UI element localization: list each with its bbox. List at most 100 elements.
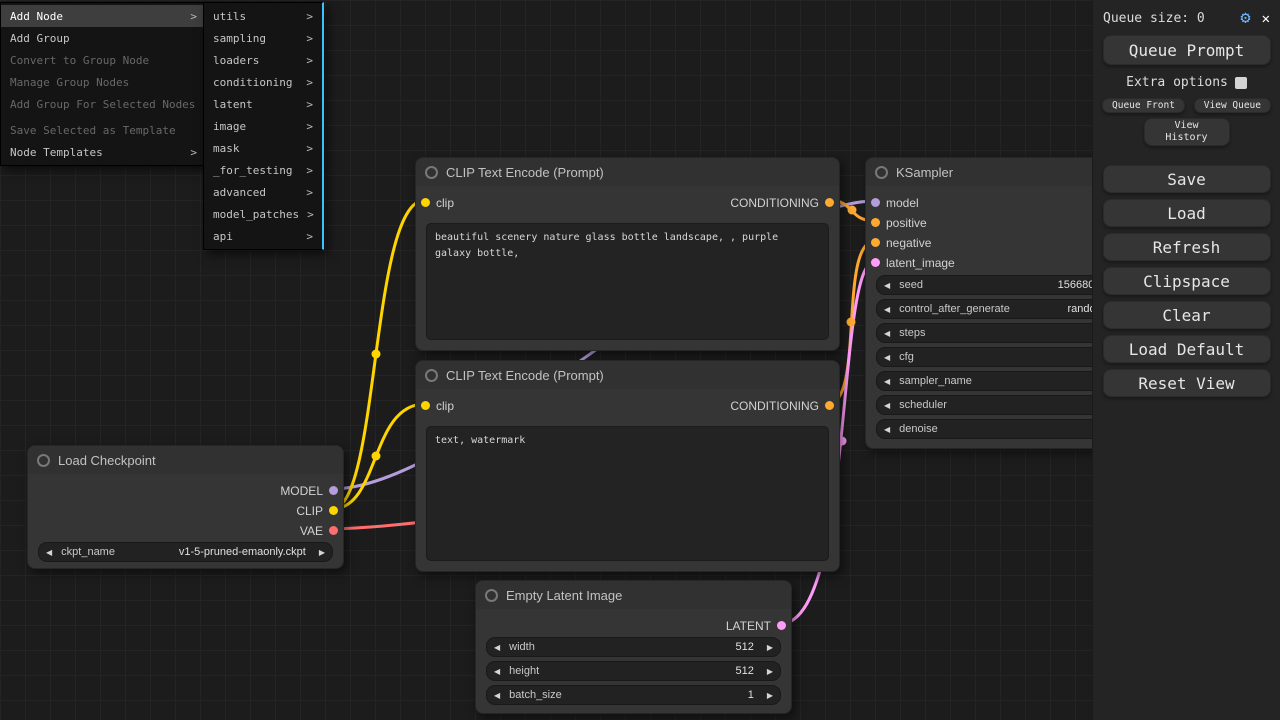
prev-value-icon[interactable]: ◀	[884, 353, 890, 362]
collapse-dot-icon[interactable]	[37, 454, 50, 467]
prev-value-icon[interactable]: ◀	[494, 691, 500, 700]
node-title-bar[interactable]: Load Checkpoint	[28, 446, 343, 474]
conditioning-port-icon[interactable]	[825, 198, 834, 207]
extra-options-label: Extra options	[1126, 75, 1228, 90]
prev-value-icon[interactable]: ◀	[494, 643, 500, 652]
clipspace-button[interactable]: Clipspace	[1103, 267, 1271, 295]
submenu-item-for-testing[interactable]: _for_testing >	[204, 159, 322, 181]
menu-item-add-group-for-selected: Add Group For Selected Nodes	[1, 93, 206, 115]
load-button[interactable]: Load	[1103, 199, 1271, 227]
output-slot-clip[interactable]: CLIP	[296, 502, 338, 519]
menu-item-node-templates[interactable]: Node Templates >	[1, 141, 206, 163]
model-port-icon[interactable]	[871, 198, 880, 207]
node-title-bar[interactable]: CLIP Text Encode (Prompt)	[416, 361, 839, 389]
conditioning-port-icon[interactable]	[825, 401, 834, 410]
extra-options-checkbox[interactable]	[1235, 77, 1247, 89]
submenu-arrow-icon: >	[298, 10, 313, 23]
submenu-item-loaders[interactable]: loaders >	[204, 49, 322, 71]
next-value-icon[interactable]: ▶	[319, 548, 325, 557]
output-slot-latent[interactable]: LATENT	[726, 617, 786, 634]
submenu-item-mask[interactable]: mask >	[204, 137, 322, 159]
model-port-icon[interactable]	[329, 486, 338, 495]
widget-label: ckpt_name	[61, 546, 115, 558]
node-clip-text-encode-1[interactable]: CLIP Text Encode (Prompt) clip CONDITION…	[415, 157, 840, 351]
prev-value-icon[interactable]: ◀	[46, 548, 52, 557]
view-queue-button[interactable]: View Queue	[1194, 98, 1271, 113]
node-clip-text-encode-2[interactable]: CLIP Text Encode (Prompt) clip CONDITION…	[415, 360, 840, 572]
input-slot-clip[interactable]: clip	[421, 397, 454, 414]
input-slot-model[interactable]: model	[871, 194, 919, 211]
next-value-icon[interactable]: ▶	[767, 643, 773, 652]
conditioning-port-icon[interactable]	[871, 218, 880, 227]
conditioning-port-icon[interactable]	[871, 238, 880, 247]
view-history-button[interactable]: View History	[1144, 118, 1230, 146]
input-slot-latent-image[interactable]: latent_image	[871, 254, 955, 271]
input-slot-positive[interactable]: positive	[871, 214, 927, 231]
close-icon[interactable]: ✕	[1262, 12, 1270, 26]
input-slot-negative[interactable]: negative	[871, 234, 931, 251]
menu-item-label: model_patches	[213, 208, 299, 221]
menu-item-convert-to-group-node: Convert to Group Node	[1, 49, 206, 71]
queue-prompt-button[interactable]: Queue Prompt	[1103, 35, 1271, 65]
submenu-item-image[interactable]: image >	[204, 115, 322, 137]
latent-port-icon[interactable]	[777, 621, 786, 630]
menu-item-add-group[interactable]: Add Group	[1, 27, 206, 49]
prev-value-icon[interactable]: ◀	[884, 401, 890, 410]
latent-port-icon[interactable]	[871, 258, 880, 267]
prompt-textarea[interactable]: beautiful scenery nature glass bottle la…	[426, 223, 829, 340]
collapse-dot-icon[interactable]	[875, 166, 888, 179]
prev-value-icon[interactable]: ◀	[884, 377, 890, 386]
submenu-item-latent[interactable]: latent >	[204, 93, 322, 115]
slot-label: positive	[886, 216, 927, 230]
slot-label: MODEL	[280, 484, 323, 498]
prev-value-icon[interactable]: ◀	[884, 425, 890, 434]
refresh-button[interactable]: Refresh	[1103, 233, 1271, 261]
widget-width[interactable]: ◀ width 512 ▶	[486, 637, 781, 657]
collapse-dot-icon[interactable]	[425, 369, 438, 382]
next-value-icon[interactable]: ▶	[767, 667, 773, 676]
output-slot-model[interactable]: MODEL	[280, 482, 338, 499]
clip-port-icon[interactable]	[329, 506, 338, 515]
output-slot-conditioning[interactable]: CONDITIONING	[730, 194, 834, 211]
output-slot-conditioning[interactable]: CONDITIONING	[730, 397, 834, 414]
submenu-item-conditioning[interactable]: conditioning >	[204, 71, 322, 93]
slot-label: negative	[886, 236, 931, 250]
collapse-dot-icon[interactable]	[485, 589, 498, 602]
submenu-item-utils[interactable]: utils >	[204, 5, 322, 27]
node-load-checkpoint[interactable]: Load Checkpoint MODEL CLIP VAE ◀ ckpt_na…	[27, 445, 344, 569]
menu-item-add-node[interactable]: Add Node >	[1, 5, 206, 27]
prev-value-icon[interactable]: ◀	[884, 305, 890, 314]
clip-port-icon[interactable]	[421, 401, 430, 410]
node-title: Load Checkpoint	[58, 453, 156, 468]
widget-batch-size[interactable]: ◀ batch_size 1 ▶	[486, 685, 781, 705]
node-title-bar[interactable]: CLIP Text Encode (Prompt)	[416, 158, 839, 186]
next-value-icon[interactable]: ▶	[767, 691, 773, 700]
node-title-bar[interactable]: Empty Latent Image	[476, 581, 791, 609]
widget-ckpt-name[interactable]: ◀ ckpt_name v1-5-pruned-emaonly.ckpt ▶	[38, 542, 333, 562]
node-empty-latent-image[interactable]: Empty Latent Image LATENT ◀ width 512 ▶ …	[475, 580, 792, 714]
clear-button[interactable]: Clear	[1103, 301, 1271, 329]
menu-item-label: Save Selected as Template	[10, 124, 176, 137]
reset-view-button[interactable]: Reset View	[1103, 369, 1271, 397]
submenu-item-advanced[interactable]: advanced >	[204, 181, 322, 203]
clip-port-icon[interactable]	[421, 198, 430, 207]
prev-value-icon[interactable]: ◀	[884, 281, 890, 290]
input-slot-clip[interactable]: clip	[421, 194, 454, 211]
output-slot-vae[interactable]: VAE	[300, 522, 338, 539]
load-default-button[interactable]: Load Default	[1103, 335, 1271, 363]
widget-label: seed	[899, 279, 923, 291]
widget-height[interactable]: ◀ height 512 ▶	[486, 661, 781, 681]
prev-value-icon[interactable]: ◀	[494, 667, 500, 676]
queue-front-button[interactable]: Queue Front	[1102, 98, 1185, 113]
settings-gear-icon[interactable]: ⚙	[1240, 10, 1250, 27]
menu-item-label: api	[213, 230, 233, 243]
prompt-textarea[interactable]: text, watermark	[426, 426, 829, 561]
save-button[interactable]: Save	[1103, 165, 1271, 193]
collapse-dot-icon[interactable]	[425, 166, 438, 179]
submenu-item-model-patches[interactable]: model_patches >	[204, 203, 322, 225]
prev-value-icon[interactable]: ◀	[884, 329, 890, 338]
submenu-item-api[interactable]: api >	[204, 225, 322, 247]
menu-item-label: _for_testing	[213, 164, 292, 177]
submenu-item-sampling[interactable]: sampling >	[204, 27, 322, 49]
vae-port-icon[interactable]	[329, 526, 338, 535]
